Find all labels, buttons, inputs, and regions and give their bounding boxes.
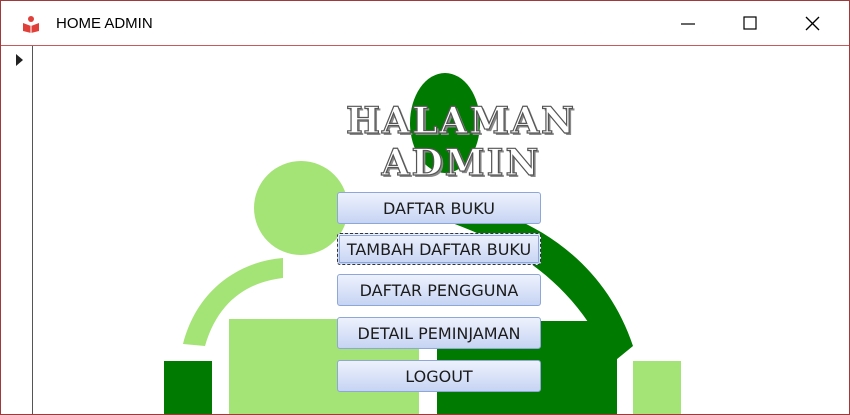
books-app-icon (22, 15, 40, 33)
daftar-pengguna-button[interactable]: DAFTAR PENGGUNA (337, 274, 541, 306)
app-window: HOME ADMIN HALAMAN ADMIN DAFTAR BUKU TAM… (0, 0, 850, 415)
page-title: HALAMAN ADMIN (345, 99, 576, 184)
form-body: HALAMAN ADMIN DAFTAR BUKU TAMBAH DAFTAR … (33, 46, 847, 414)
minimize-icon (681, 23, 695, 25)
logout-button[interactable]: LOGOUT (337, 360, 541, 392)
record-selector[interactable] (5, 46, 33, 414)
maximize-button[interactable] (727, 1, 773, 45)
minimize-button[interactable] (665, 1, 711, 45)
close-icon (805, 16, 820, 31)
title-bar[interactable]: HOME ADMIN (1, 1, 849, 46)
tambah-daftar-buku-button[interactable]: TAMBAH DAFTAR BUKU (337, 233, 541, 265)
detail-peminjaman-button[interactable]: DETAIL PEMINJAMAN (337, 317, 541, 349)
maximize-icon (743, 16, 757, 30)
window-title: HOME ADMIN (56, 15, 153, 32)
close-button[interactable] (790, 1, 836, 45)
record-pointer-icon (16, 54, 23, 66)
daftar-buku-button[interactable]: DAFTAR BUKU (337, 192, 541, 224)
